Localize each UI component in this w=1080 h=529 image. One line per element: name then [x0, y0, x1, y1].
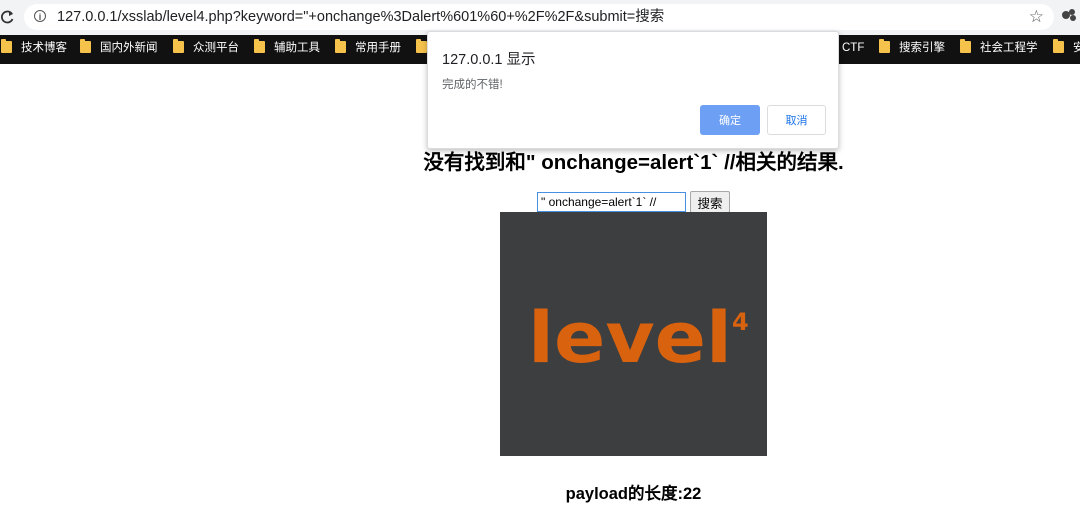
alert-dialog: 127.0.0.1 显示 完成的不错! 确定 取消	[427, 31, 839, 149]
bookmark-label: 国内外新闻	[100, 42, 158, 54]
folder-icon	[335, 39, 346, 53]
bookmark-item[interactable]: 国内外新闻	[80, 35, 158, 64]
cancel-button[interactable]: 取消	[767, 105, 826, 135]
bookmark-label: 常用手册	[355, 42, 401, 54]
folder-icon	[1, 39, 12, 53]
folder-icon	[80, 39, 91, 53]
address-bar[interactable]: i 127.0.0.1/xsslab/level4.php?keyword="+…	[24, 4, 1054, 30]
info-icon[interactable]: i	[34, 10, 46, 22]
reload-icon[interactable]	[0, 6, 14, 28]
bookmark-label: 社会工程学	[980, 42, 1038, 54]
ok-button[interactable]: 确定	[700, 105, 760, 135]
bookmark-label: 安	[1073, 42, 1080, 54]
bookmark-item[interactable]: 搜索引擎	[879, 35, 945, 64]
logo-text: level	[528, 297, 732, 379]
browser-toolbar: i 127.0.0.1/xsslab/level4.php?keyword="+…	[0, 0, 1080, 35]
folder-icon	[254, 39, 265, 53]
bookmark-label: 辅助工具	[274, 42, 320, 54]
bookmark-item[interactable]: 安	[1053, 35, 1080, 64]
bookmark-star-icon[interactable]: ☆	[1029, 6, 1044, 28]
bookmark-item[interactable]: CTF	[842, 35, 864, 64]
search-button[interactable]: 搜索	[690, 191, 730, 213]
folder-icon	[879, 39, 890, 53]
folder-icon	[416, 39, 427, 53]
bookmark-label: CTF	[842, 42, 865, 54]
logo-superscript: 4	[732, 308, 749, 336]
bookmark-item[interactable]: 技术博客	[1, 35, 67, 64]
dialog-title: 127.0.0.1 显示	[442, 52, 536, 68]
bookmark-item[interactable]: 众测平台	[173, 35, 239, 64]
bookmark-label: 众测平台	[193, 42, 239, 54]
bookmark-item[interactable]: 社会工程学	[960, 35, 1038, 64]
dialog-message: 完成的不错!	[442, 79, 503, 91]
bookmark-label: 搜索引擎	[899, 42, 945, 54]
level-logo: level 4	[528, 297, 749, 379]
level-logo-image: level 4	[500, 212, 767, 456]
bookmark-item[interactable]: 常用手册	[335, 35, 401, 64]
url-text[interactable]: 127.0.0.1/xsslab/level4.php?keyword="+on…	[57, 7, 664, 27]
folder-icon	[1053, 39, 1064, 53]
extension-icon[interactable]	[1060, 6, 1078, 24]
payload-length: payload的长度:22	[565, 485, 702, 503]
result-heading: 没有找到和" onchange=alert`1` //相关的结果.	[423, 151, 844, 174]
bookmark-item[interactable]: 辅助工具	[254, 35, 320, 64]
search-input[interactable]	[537, 192, 686, 212]
bookmark-label: 技术博客	[21, 42, 67, 54]
folder-icon	[173, 39, 184, 53]
folder-icon	[960, 39, 971, 53]
